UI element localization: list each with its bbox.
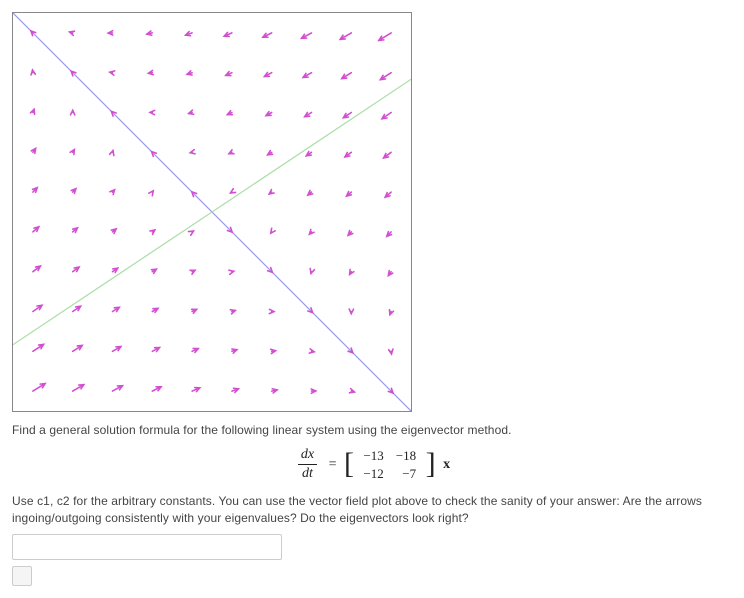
matrix-a12: −18 <box>390 447 422 465</box>
flow-arrowhead <box>190 270 195 274</box>
flow-arrowhead <box>271 228 275 233</box>
right-bracket: ] <box>426 447 436 481</box>
flow-arrowhead <box>389 310 393 315</box>
left-bracket: [ <box>344 447 354 481</box>
flow-arrowhead <box>349 389 354 393</box>
system-equation: dx dt = [ −13 −18 −12 −7 ] x <box>12 447 732 483</box>
flow-arrowhead <box>149 191 153 196</box>
problem-prompt: Find a general solution formula for the … <box>12 422 732 439</box>
problem-hint: Use c1, c2 for the arbitrary constants. … <box>12 493 732 527</box>
lhs-numerator: dx <box>298 447 317 465</box>
flow-arrowhead <box>188 231 193 235</box>
flow-arrowhead <box>110 151 114 156</box>
eigenline-2 <box>13 79 411 344</box>
flow-arrowhead <box>309 349 314 353</box>
flow-arrowhead <box>30 109 34 114</box>
flow-arrowhead <box>31 70 35 75</box>
flow-arrowhead <box>110 71 115 75</box>
coefficient-matrix: −13 −18 −12 −7 <box>357 447 422 483</box>
vector-field-plot <box>12 12 412 412</box>
flow-arrowhead <box>231 189 236 193</box>
flow-arrowhead <box>70 31 75 35</box>
flow-arrowhead <box>389 349 393 354</box>
flow-arrowhead <box>189 110 194 114</box>
flow-arrowhead <box>229 150 234 154</box>
flow-arrowhead <box>310 268 314 273</box>
matrix-a21: −12 <box>357 465 389 483</box>
matrix-a11: −13 <box>357 447 389 465</box>
matrix-a22: −7 <box>390 465 422 483</box>
flow-arrowhead <box>229 270 234 274</box>
equals-sign: = <box>329 457 337 472</box>
lhs-denominator: dt <box>298 465 317 482</box>
flow-arrowhead <box>190 150 195 154</box>
submit-button[interactable] <box>12 566 32 586</box>
answer-input[interactable] <box>12 534 282 560</box>
vector-field-svg <box>13 13 411 411</box>
state-vector: x <box>443 457 450 472</box>
flow-arrowhead <box>230 310 235 314</box>
